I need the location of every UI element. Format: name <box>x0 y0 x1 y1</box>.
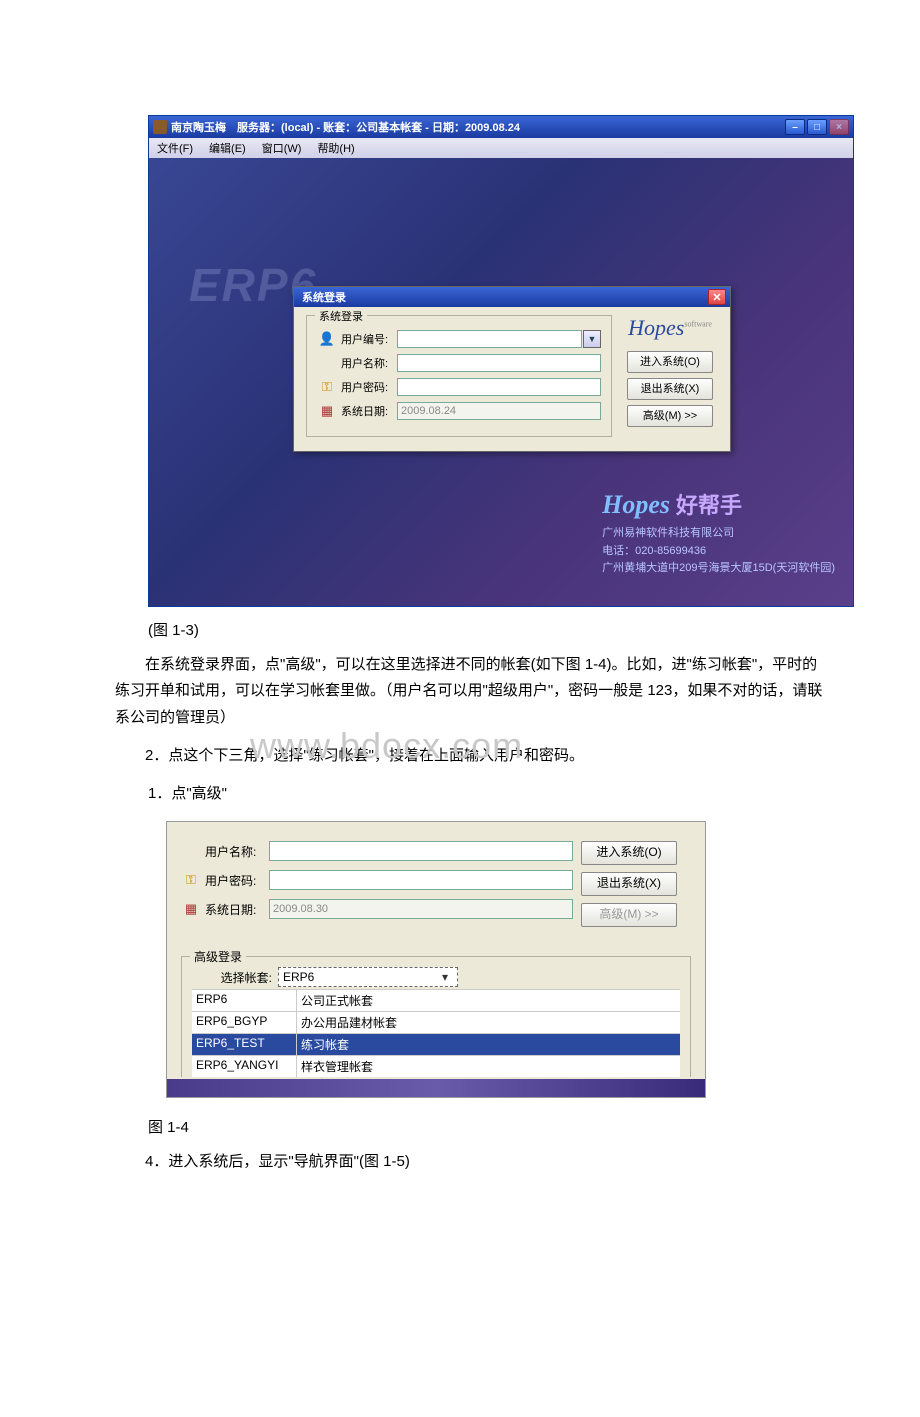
key-icon: ⚿ <box>181 872 201 888</box>
paragraph-1: 在系统登录界面，点"高级"，可以在这里选择进不同的帐套(如下图 1-4)。比如，… <box>115 652 825 731</box>
password-input[interactable] <box>397 378 601 396</box>
figure-1-3-caption: (图 1-3) <box>148 619 920 640</box>
option-code: ERP6_TEST <box>192 1034 297 1055</box>
exit-button[interactable]: 退出系统(X) <box>627 378 713 400</box>
calendar-icon: ▦ <box>317 403 337 419</box>
paragraph-2: 2．点这个下三角，选择"练习帐套"，接着在上面输入用户和密码。 <box>115 743 825 769</box>
key-icon: ⚿ <box>317 379 337 395</box>
select-account-combobox[interactable]: ERP6 ▾ <box>278 967 458 987</box>
login-fieldset: 系统登录 👤 用户编号: 用户名称: <box>306 315 612 437</box>
brand-logo: Hopes好帮手 <box>602 484 835 526</box>
fig14-login-button[interactable]: 进入系统(O) <box>581 841 677 865</box>
app-body: ERP6 系统登录 ✕ 系统登录 👤 用户编号 <box>149 158 853 606</box>
password-label: 用户密码: <box>341 379 397 395</box>
menu-help[interactable]: 帮助(H) <box>309 140 362 156</box>
select-account-label: 选择帐套: <box>192 969 272 986</box>
fieldset-legend: 系统登录 <box>315 308 367 324</box>
figure-1-4-caption: 图 1-4 <box>148 1116 920 1137</box>
sysdate-label: 系统日期: <box>341 403 397 419</box>
sysdate-input <box>397 402 601 420</box>
user-name-label: 用户名称: <box>341 355 397 371</box>
account-option[interactable]: ERP6公司正式帐套 <box>192 989 680 1011</box>
decorative-footer-bar <box>167 1079 705 1097</box>
dialog-title: 系统登录 <box>302 289 346 305</box>
menu-bar: 文件(F) 编辑(E) 窗口(W) 帮助(H) <box>149 138 853 158</box>
close-button[interactable]: × <box>829 119 849 135</box>
account-option[interactable]: ERP6_YANGYI样衣管理帐套 <box>192 1055 680 1077</box>
user-id-label: 用户编号: <box>341 331 397 347</box>
paragraph-4: 4．进入系统后，显示"导航界面"(图 1-5) <box>115 1149 825 1175</box>
figure-1-3: 南京陶玉梅 服务器：(local) - 账套：公司基本帐套 - 日期：2009.… <box>148 115 854 607</box>
user-icon: 👤 <box>317 331 337 347</box>
fig14-fields: 用户名称: ⚿ 用户密码: ▦ 系统日期: <box>181 832 573 934</box>
dialog-titlebar: 系统登录 ✕ <box>294 287 730 307</box>
option-name: 办公用品建材帐套 <box>297 1012 680 1033</box>
brand-block: Hopes好帮手 广州易神软件科技有限公司 电话：020-85699436 广州… <box>602 484 835 578</box>
app-icon <box>153 120 167 134</box>
fig14-username-label: 用户名称: <box>205 843 269 860</box>
brand-address: 广州黄埔大道中209号海景大厦15D(天河软件园) <box>602 560 835 578</box>
option-code: ERP6 <box>192 990 297 1011</box>
login-button[interactable]: 进入系统(O) <box>627 351 713 373</box>
dialog-button-column: Hopessoftware 进入系统(O) 退出系统(X) 高级(M) >> <box>622 315 718 437</box>
menu-window[interactable]: 窗口(W) <box>254 140 310 156</box>
fig14-button-column: 进入系统(O) 退出系统(X) 高级(M) >> <box>581 832 691 934</box>
login-dialog: 系统登录 ✕ 系统登录 👤 用户编号: <box>293 286 731 452</box>
fig14-sysdate-label: 系统日期: <box>205 901 269 918</box>
menu-file[interactable]: 文件(F) <box>149 140 201 156</box>
brand-company: 广州易神软件科技有限公司 <box>602 525 835 543</box>
advanced-fieldset: 高级登录 选择帐套: ERP6 ▾ ERP6公司正式帐套ERP6_BGYP办公用… <box>181 956 691 1077</box>
maximize-button[interactable]: □ <box>807 119 827 135</box>
option-name: 样衣管理帐套 <box>297 1056 680 1077</box>
fig14-password-label: 用户密码: <box>205 872 269 889</box>
user-name-input[interactable] <box>397 354 601 372</box>
window-titlebar: 南京陶玉梅 服务器：(local) - 账套：公司基本帐套 - 日期：2009.… <box>149 116 853 138</box>
figure-1-4: 用户名称: ⚿ 用户密码: ▦ 系统日期: 进入系统(O) 退出系统(X) 高级… <box>166 821 706 1098</box>
fig14-sysdate-input <box>269 899 573 919</box>
menu-edit[interactable]: 编辑(E) <box>201 140 254 156</box>
option-name: 练习帐套 <box>297 1034 680 1055</box>
fig14-password-input[interactable] <box>269 870 573 890</box>
calendar-icon: ▦ <box>181 901 201 917</box>
user-id-dropdown-button[interactable] <box>583 330 601 348</box>
option-code: ERP6_BGYP <box>192 1012 297 1033</box>
hopes-logo: Hopessoftware <box>622 315 718 341</box>
account-options-list: ERP6公司正式帐套ERP6_BGYP办公用品建材帐套ERP6_TEST练习帐套… <box>192 989 680 1077</box>
window-title: 南京陶玉梅 服务器：(local) - 账套：公司基本帐套 - 日期：2009.… <box>171 119 520 135</box>
fig14-advanced-button[interactable]: 高级(M) >> <box>581 903 677 927</box>
paragraph-3: 1．点"高级" <box>148 781 825 807</box>
advanced-legend: 高级登录 <box>190 948 246 965</box>
option-code: ERP6_YANGYI <box>192 1056 297 1077</box>
minimize-button[interactable]: – <box>785 119 805 135</box>
app-window: 南京陶玉梅 服务器：(local) - 账套：公司基本帐套 - 日期：2009.… <box>148 115 854 607</box>
account-option[interactable]: ERP6_TEST练习帐套 <box>192 1033 680 1055</box>
advanced-button[interactable]: 高级(M) >> <box>627 405 713 427</box>
option-name: 公司正式帐套 <box>297 990 680 1011</box>
chevron-down-icon[interactable]: ▾ <box>437 970 453 984</box>
fig14-username-input[interactable] <box>269 841 573 861</box>
select-account-value: ERP6 <box>283 970 314 984</box>
fig14-exit-button[interactable]: 退出系统(X) <box>581 872 677 896</box>
account-option[interactable]: ERP6_BGYP办公用品建材帐套 <box>192 1011 680 1033</box>
dialog-close-button[interactable]: ✕ <box>708 289 726 305</box>
brand-phone: 电话：020-85699436 <box>602 543 835 561</box>
user-id-input[interactable] <box>397 330 582 348</box>
